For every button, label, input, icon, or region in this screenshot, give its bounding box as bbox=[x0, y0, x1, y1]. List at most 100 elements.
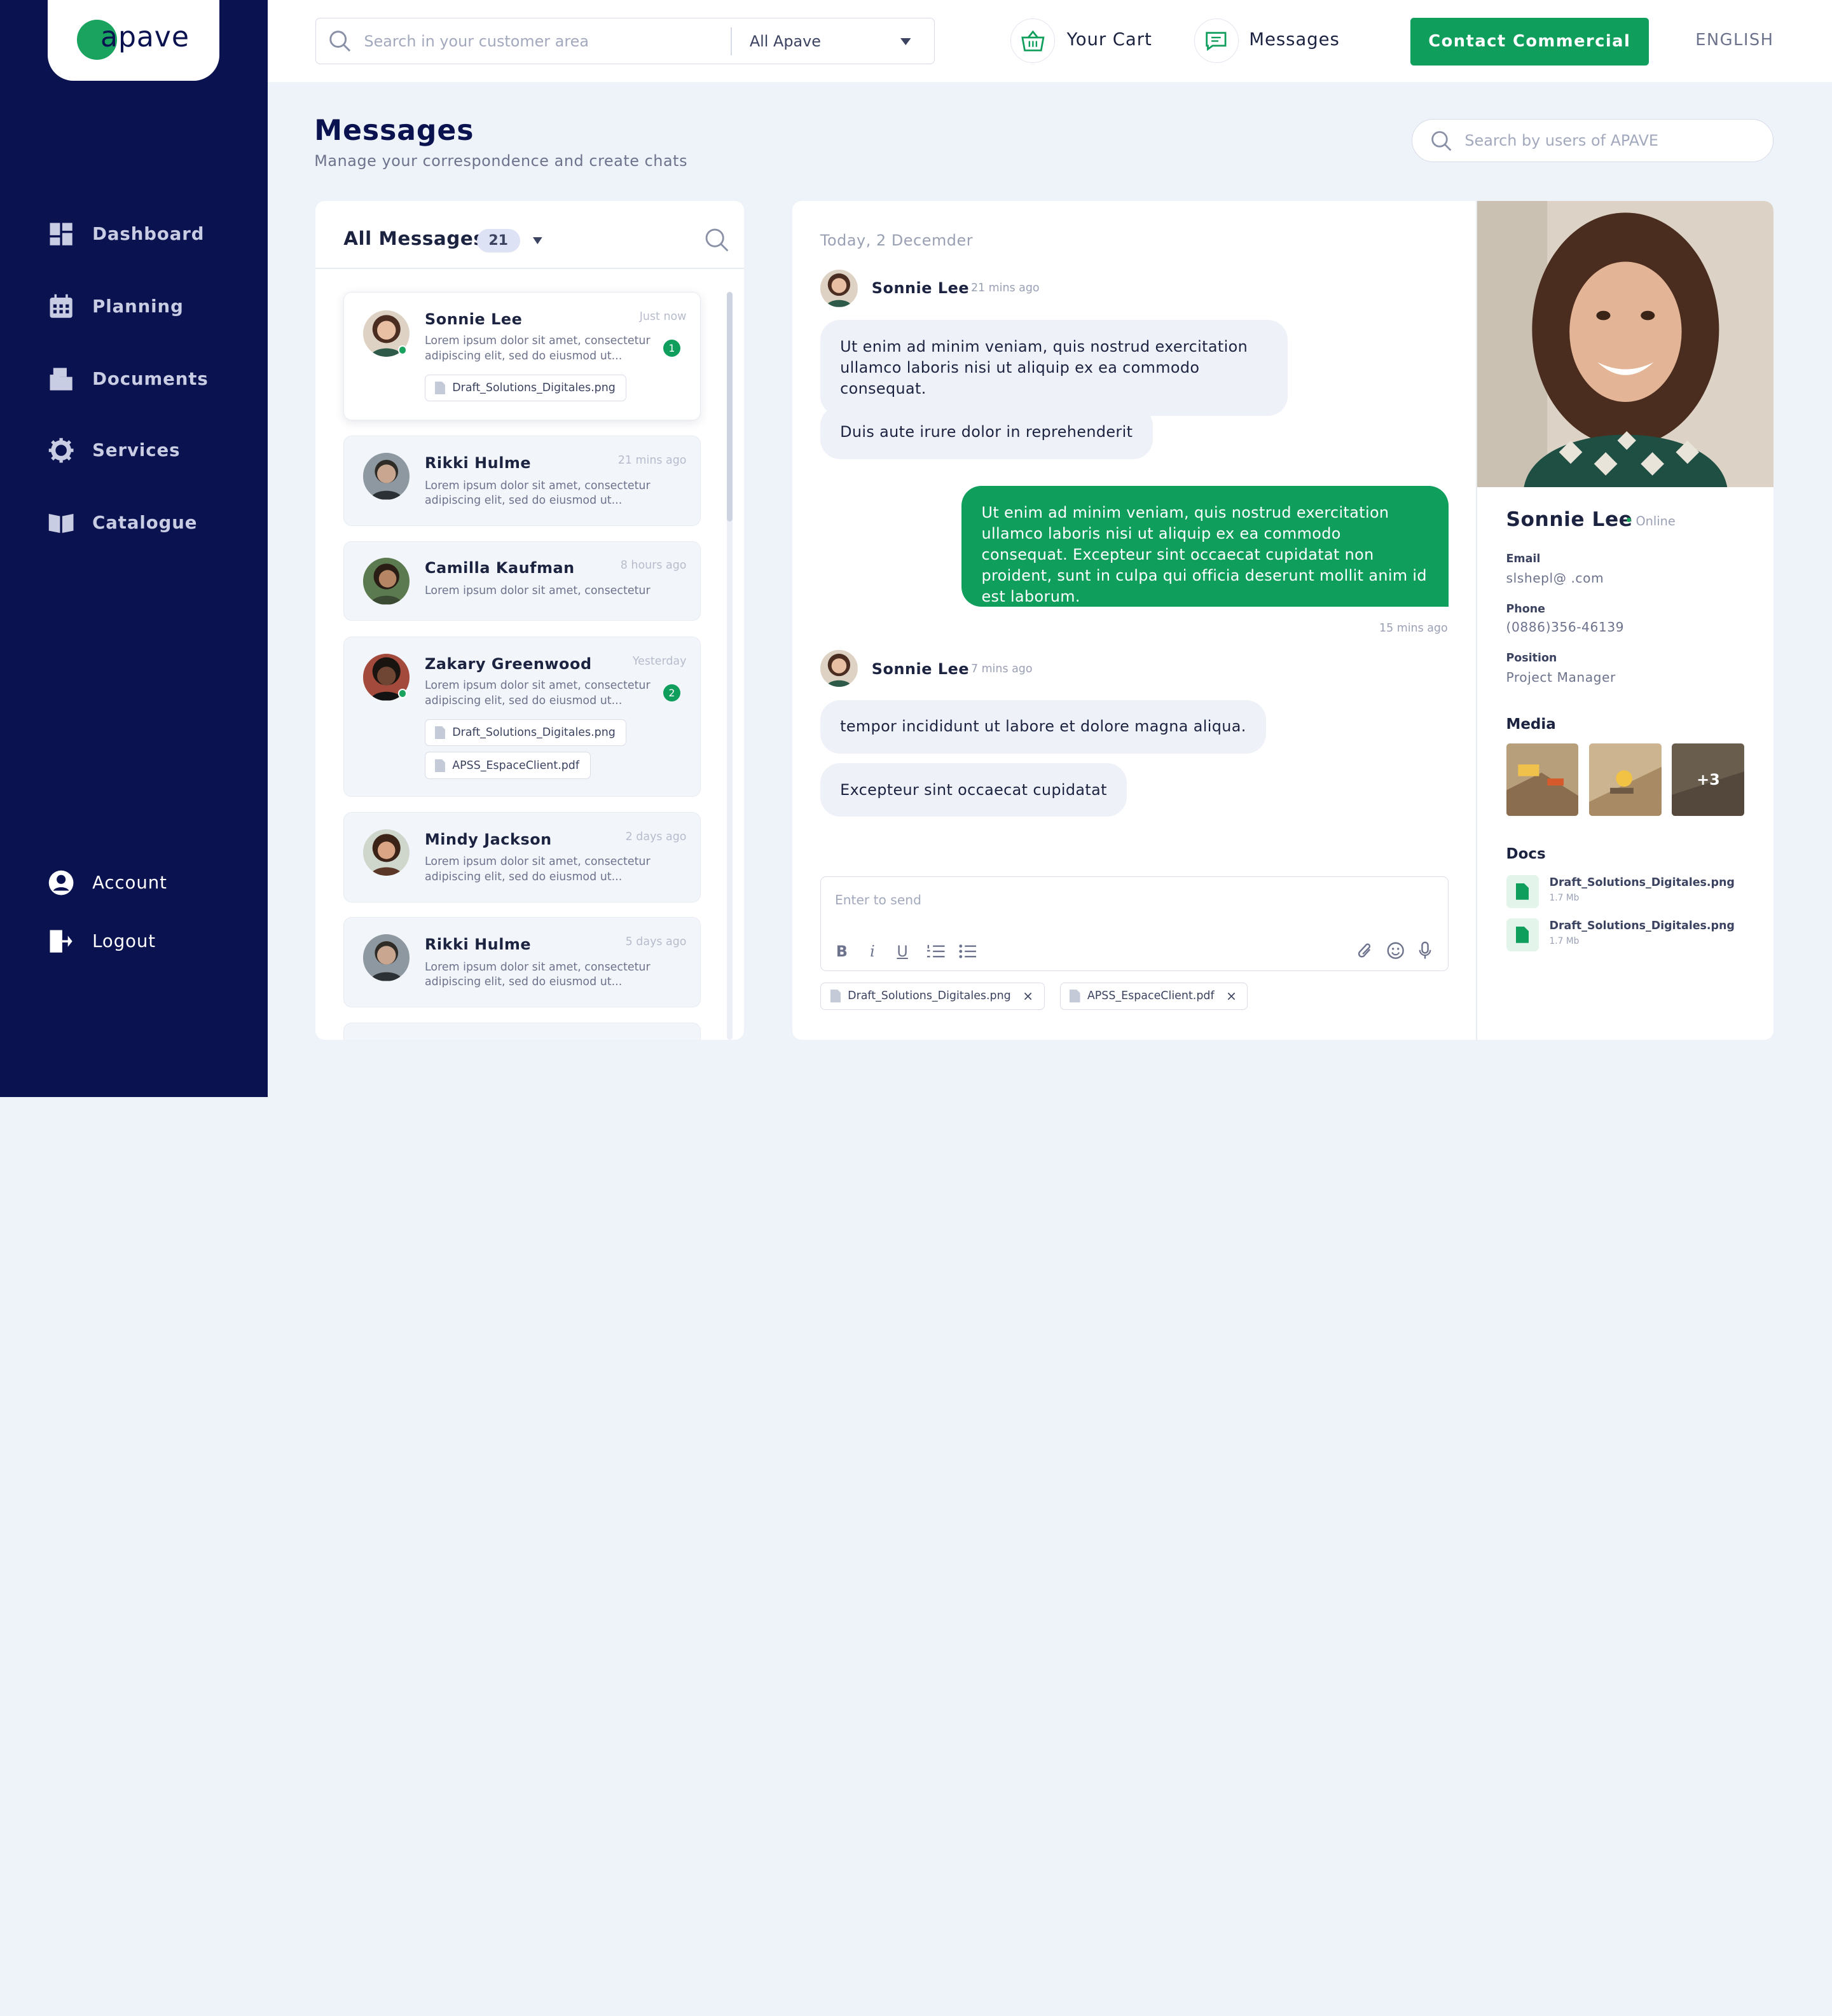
incoming-message: tempor incididunt ut labore et dolore ma… bbox=[820, 700, 1266, 754]
conversation-preview: Lorem ipsum dolor sit amet, consectetur … bbox=[425, 479, 651, 507]
attachment-name: Draft_Solutions_Digitales.png bbox=[452, 726, 616, 740]
avatar bbox=[362, 934, 410, 981]
attachment-chip[interactable]: Draft_Solutions_Digitales.png bbox=[425, 374, 627, 402]
italic-icon[interactable]: i bbox=[870, 942, 875, 960]
messages-button[interactable] bbox=[1194, 18, 1239, 64]
user-search-input[interactable]: Search by users of APAVE bbox=[1464, 132, 1658, 149]
outgoing-message: Ut enim ad minim veniam, quis nostrud ex… bbox=[961, 486, 1449, 607]
search-divider bbox=[731, 27, 733, 56]
dashboard-icon bbox=[50, 223, 73, 246]
doc-item[interactable]: Draft_Solutions_Digitales.png 1.7 Mb bbox=[1506, 918, 1735, 951]
media-heading: Media bbox=[1506, 716, 1556, 733]
attachment-chip[interactable]: Draft_Solutions_Digitales.png × bbox=[820, 983, 1045, 1010]
conversation-item[interactable] bbox=[343, 1022, 701, 1040]
ordered-list-icon[interactable] bbox=[927, 944, 945, 959]
conversation-item[interactable]: Rikki Hulme 5 days ago Lorem ipsum dolor… bbox=[343, 917, 701, 1007]
gear-icon bbox=[49, 438, 74, 463]
paperclip-icon[interactable] bbox=[1357, 941, 1374, 960]
search-input[interactable]: Search in your customer area bbox=[364, 32, 589, 50]
doc-name: Draft_Solutions_Digitales.png bbox=[1549, 876, 1735, 890]
conversation-preview: Lorem ipsum dolor sit amet, consectetur … bbox=[425, 334, 651, 362]
conversation-item[interactable]: Rikki Hulme 21 mins ago Lorem ipsum dolo… bbox=[343, 436, 701, 526]
sidebar-item-label: Catalogue bbox=[92, 513, 198, 534]
incoming-message: Excepteur sint occaecat cupidatat bbox=[820, 763, 1127, 817]
messages-link[interactable]: Messages bbox=[1249, 29, 1339, 50]
sidebar-item-services[interactable]: Services bbox=[48, 437, 180, 464]
file-icon bbox=[434, 759, 446, 772]
email-label: Email bbox=[1506, 553, 1541, 566]
file-icon bbox=[434, 382, 446, 395]
sidebar-item-logout[interactable]: Logout bbox=[48, 928, 156, 955]
cart-button[interactable] bbox=[1010, 18, 1056, 64]
chevron-down-icon[interactable] bbox=[532, 237, 542, 245]
conversation-name: Zakary Greenwood bbox=[425, 654, 592, 673]
brand-name: apave bbox=[100, 21, 189, 54]
media-thumbnail[interactable] bbox=[1588, 743, 1662, 816]
conversation-item[interactable]: Mindy Jackson 2 days ago Lorem ipsum dol… bbox=[343, 812, 701, 902]
sidebar-item-label: Planning bbox=[92, 296, 184, 317]
message-list-panel: All Messages 21 Sonnie Lee Just now Lore… bbox=[315, 201, 745, 1040]
conversation-item[interactable]: Camilla Kaufman 8 hours ago Lorem ipsum … bbox=[343, 541, 701, 621]
doc-size: 1.7 Mb bbox=[1549, 936, 1580, 946]
microphone-icon[interactable] bbox=[1418, 941, 1432, 960]
profile-name: Sonnie Lee bbox=[1506, 508, 1633, 532]
media-more-count: +3 bbox=[1672, 743, 1745, 816]
conversation-item[interactable]: Zakary Greenwood Yesterday Lorem ipsum d… bbox=[343, 637, 701, 797]
user-icon bbox=[49, 870, 74, 895]
doc-item[interactable]: Draft_Solutions_Digitales.png 1.7 Mb bbox=[1506, 875, 1735, 908]
position-value: Project Manager bbox=[1506, 669, 1616, 685]
conversation-item[interactable]: Sonnie Lee Just now Lorem ipsum dolor si… bbox=[343, 292, 701, 421]
close-icon[interactable]: × bbox=[1226, 988, 1237, 1004]
online-indicator bbox=[397, 345, 408, 355]
close-icon[interactable]: × bbox=[1023, 988, 1033, 1004]
message-composer[interactable]: Enter to send B i U bbox=[820, 876, 1449, 971]
incoming-message: Duis aute irure dolor in reprehenderit bbox=[820, 405, 1153, 460]
scope-select[interactable]: All Apave bbox=[750, 32, 821, 50]
conversation-name: Sonnie Lee bbox=[425, 310, 523, 328]
message-input[interactable]: Enter to send bbox=[835, 892, 921, 908]
book-icon bbox=[49, 514, 74, 534]
bullet-list-icon[interactable] bbox=[959, 944, 977, 959]
avatar bbox=[362, 453, 410, 500]
sidebar-item-label: Documents bbox=[92, 369, 209, 390]
sidebar-item-documents[interactable]: Documents bbox=[48, 366, 208, 392]
sidebar-item-label: Dashboard bbox=[92, 224, 205, 245]
conversation-name: Camilla Kaufman bbox=[425, 559, 575, 577]
sidebar-item-planning[interactable]: Planning bbox=[48, 293, 183, 320]
sidebar-item-dashboard[interactable]: Dashboard bbox=[48, 221, 204, 247]
chevron-down-icon[interactable] bbox=[900, 38, 911, 45]
bold-icon[interactable]: B bbox=[836, 942, 848, 960]
document-icon bbox=[1506, 875, 1539, 908]
logout-label: Logout bbox=[92, 931, 156, 952]
contact-commercial-button[interactable]: Contact Commercial bbox=[1410, 17, 1649, 66]
avatar bbox=[362, 829, 410, 876]
avatar bbox=[362, 558, 410, 605]
attachment-chip[interactable]: APSS_EspaceClient.pdf × bbox=[1059, 983, 1248, 1010]
attachment-chip[interactable]: Draft_Solutions_Digitales.png bbox=[425, 719, 627, 747]
user-search: Search by users of APAVE bbox=[1411, 119, 1774, 163]
profile-photo bbox=[1477, 201, 1774, 488]
sidebar-item-catalogue[interactable]: Catalogue bbox=[48, 509, 197, 536]
conversation-time: Yesterday bbox=[632, 654, 687, 668]
search-icon bbox=[1431, 131, 1452, 151]
search-icon bbox=[329, 31, 351, 52]
calendar-icon bbox=[50, 294, 73, 318]
scrollbar-thumb[interactable] bbox=[726, 292, 733, 521]
emoji-icon[interactable] bbox=[1386, 941, 1405, 960]
media-thumbnail[interactable] bbox=[1506, 743, 1579, 816]
list-title: All Messages bbox=[343, 228, 485, 250]
underline-icon[interactable]: U bbox=[897, 942, 907, 960]
sender-name: Sonnie Lee bbox=[871, 279, 970, 298]
page-title: Messages bbox=[314, 114, 474, 148]
language-switch[interactable]: ENGLISH bbox=[1695, 31, 1773, 50]
conversation-preview: Lorem ipsum dolor sit amet, consectetur … bbox=[425, 679, 651, 707]
cart-link[interactable]: Your Cart bbox=[1067, 29, 1152, 50]
media-thumbnail-more[interactable]: +3 bbox=[1672, 743, 1745, 816]
conversation-name: Rikki Hulme bbox=[425, 935, 532, 953]
page-subtitle: Manage your correspondence and create ch… bbox=[314, 151, 688, 170]
sidebar-item-account[interactable]: Account bbox=[48, 869, 167, 896]
attachment-chip[interactable]: APSS_EspaceClient.pdf bbox=[425, 752, 591, 779]
conversation-time: 5 days ago bbox=[625, 935, 687, 948]
search-icon[interactable] bbox=[705, 228, 730, 253]
attachment-name: APSS_EspaceClient.pdf bbox=[1087, 990, 1215, 1003]
